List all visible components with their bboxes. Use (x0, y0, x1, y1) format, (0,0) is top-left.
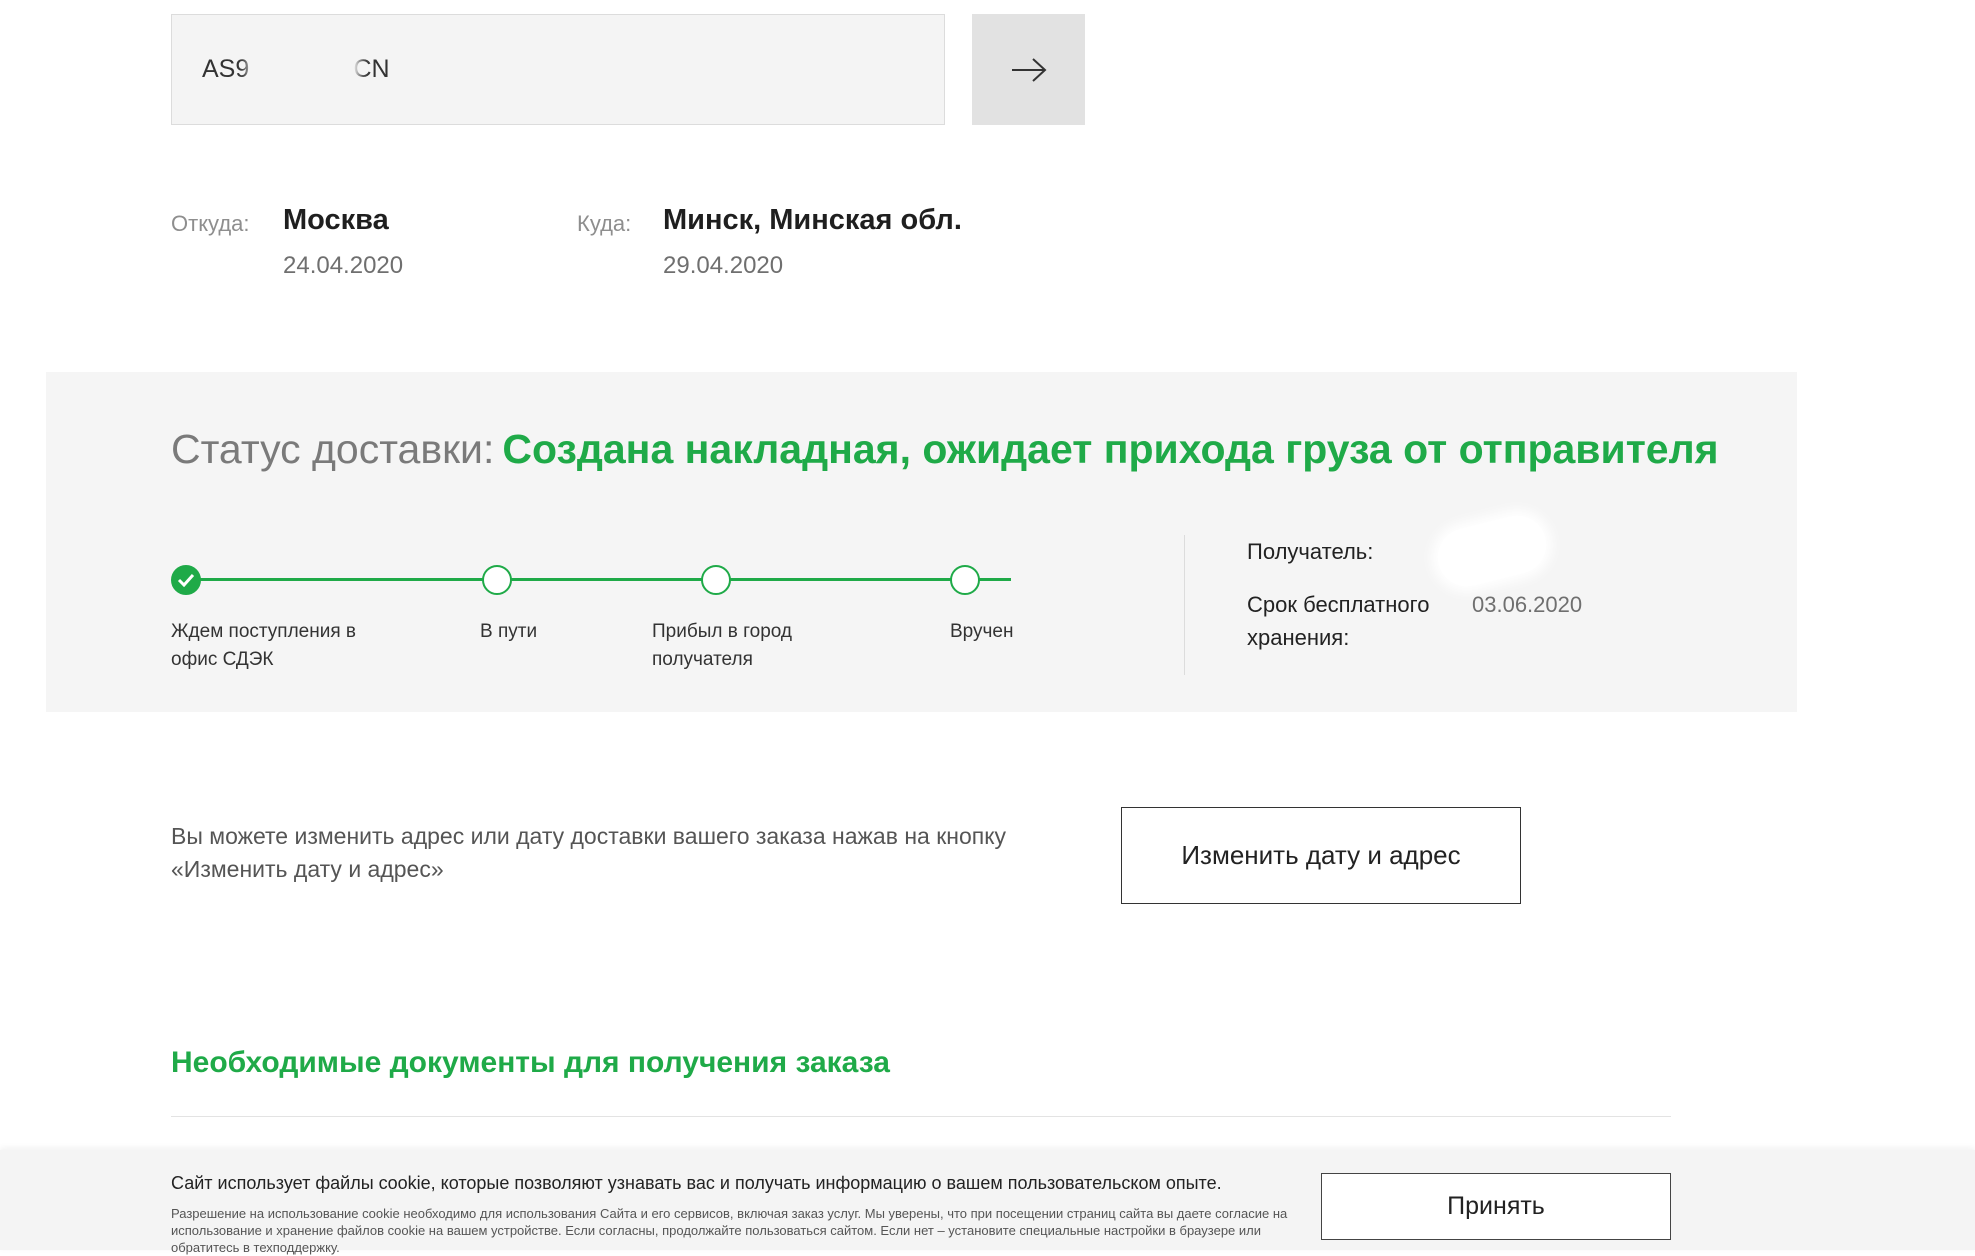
cookie-main-text: Сайт использует файлы cookie, которые по… (171, 1173, 1222, 1193)
step-label-2: В пути (480, 621, 538, 642)
to-label: Куда: (577, 211, 632, 236)
progress-track (186, 578, 1011, 581)
storage-label: Срок бесплатного хранения: (1247, 592, 1430, 650)
storage-date: 03.06.2020 (1472, 592, 1583, 617)
recipient-label: Получатель: (1247, 539, 1374, 564)
step-dot-1 (171, 565, 201, 595)
step-dot-4 (950, 565, 980, 595)
to-date: 29.04.2020 (663, 252, 784, 279)
panel-divider (1184, 535, 1185, 675)
step-label-1: Ждем поступления в офис СДЭК (171, 621, 357, 670)
status-prefix: Статус доставки: (171, 426, 495, 472)
cookie-details-text: Разрешение на использование cookie необх… (171, 1206, 1288, 1255)
step-dot-2 (482, 565, 512, 595)
arrow-right-icon (1011, 57, 1046, 82)
documents-heading: Необходимые документы для получения зака… (171, 1046, 890, 1079)
from-city: Москва (283, 204, 389, 236)
from-label: Откуда: (171, 211, 250, 236)
cookie-accept-button[interactable]: Принять (1321, 1173, 1671, 1240)
status-title: Статус доставки: Создана накладная, ожида… (171, 426, 1719, 473)
to-city: Минск, Минская обл. (663, 204, 962, 236)
section-divider (171, 1116, 1671, 1117)
change-date-address-button[interactable]: Изменить дату и адрес (1121, 807, 1521, 904)
track-submit-button[interactable] (972, 14, 1085, 125)
step-label-3: Прибыл в город получателя (652, 621, 792, 670)
redaction-blur (254, 44, 354, 88)
step-dot-3 (701, 565, 731, 595)
from-date: 24.04.2020 (283, 252, 404, 279)
checkmark-icon (177, 573, 195, 587)
change-info-text: Вы можете изменить адрес или дату достав… (171, 823, 1007, 882)
status-value: Создана накладная, ожидает прихода груза… (502, 426, 1719, 472)
step-label-4: Вручен (950, 621, 1014, 642)
